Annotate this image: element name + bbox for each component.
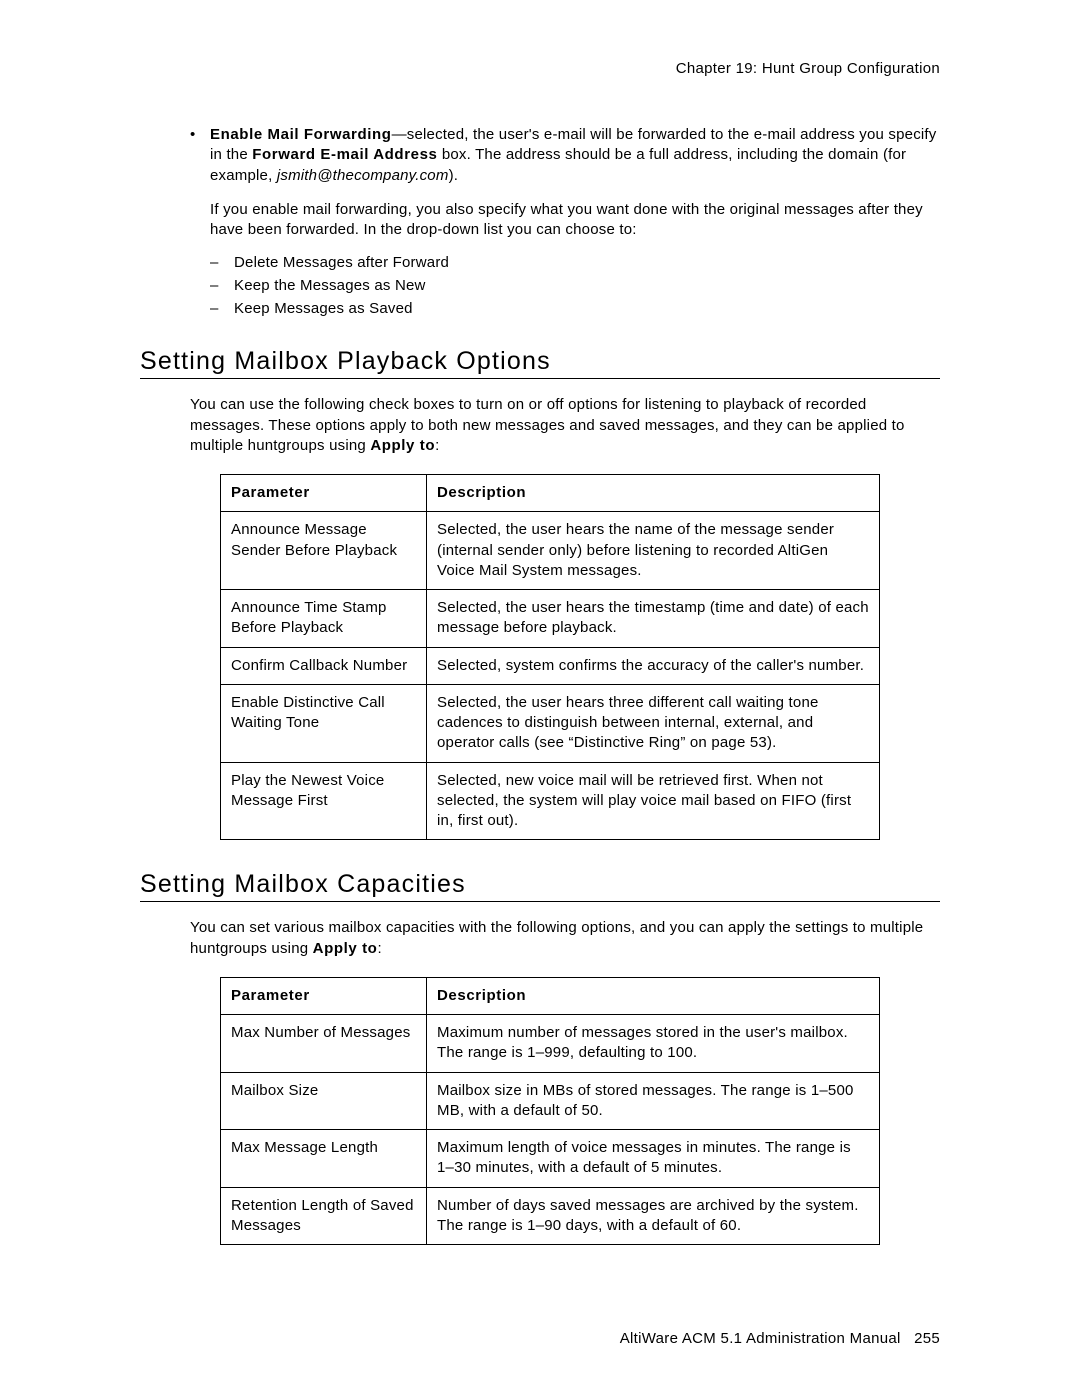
footer-manual-title: AltiWare ACM 5.1 Administration Manual xyxy=(620,1330,901,1347)
bullet-enable-mail-forwarding: • Enable Mail Forwarding—selected, the u… xyxy=(190,125,940,186)
dash-text: Keep the Messages as New xyxy=(234,277,426,294)
section-heading-capacities: Setting Mailbox Capacities xyxy=(140,870,940,899)
cell-parameter: Mailbox Size xyxy=(221,1072,427,1130)
para-text-b: : xyxy=(377,940,381,957)
page: Chapter 19: Hunt Group Configuration • E… xyxy=(0,0,1080,1397)
cell-parameter: Enable Distinctive Call Waiting Tone xyxy=(221,684,427,762)
dash-marker: – xyxy=(210,277,234,294)
section1-paragraph: You can use the following check boxes to… xyxy=(190,395,940,456)
cell-parameter: Announce Time Stamp Before Playback xyxy=(221,590,427,648)
table-row: Enable Distinctive Call Waiting Tone Sel… xyxy=(221,684,880,762)
cell-description: Selected, the user hears the name of the… xyxy=(427,512,880,590)
para-bold: Apply to xyxy=(370,437,435,454)
table-row: Announce Time Stamp Before Playback Sele… xyxy=(221,590,880,648)
table-row: Retention Length of Saved Messages Numbe… xyxy=(221,1187,880,1245)
cell-parameter: Retention Length of Saved Messages xyxy=(221,1187,427,1245)
bullet-label2: Forward E-mail Address xyxy=(252,146,437,163)
page-footer: AltiWare ACM 5.1 Administration Manual 2… xyxy=(620,1330,940,1347)
cell-description: Selected, new voice mail will be retriev… xyxy=(427,762,880,840)
para-text-b: : xyxy=(435,437,439,454)
cell-description: Selected, system confirms the accuracy o… xyxy=(427,647,880,684)
dash-marker: – xyxy=(210,300,234,317)
cell-parameter: Announce Message Sender Before Playback xyxy=(221,512,427,590)
dash-text: Keep Messages as Saved xyxy=(234,300,413,317)
bullet-marker: • xyxy=(190,125,210,186)
sub-paragraph: If you enable mail forwarding, you also … xyxy=(210,200,940,241)
cell-parameter: Max Message Length xyxy=(221,1130,427,1188)
table-row: Announce Message Sender Before Playback … xyxy=(221,512,880,590)
para-bold: Apply to xyxy=(313,940,378,957)
cell-description: Mailbox size in MBs of stored messages. … xyxy=(427,1072,880,1130)
capacities-table: Parameter Description Max Number of Mess… xyxy=(220,977,880,1245)
th-description: Description xyxy=(427,977,880,1014)
dash-marker: – xyxy=(210,254,234,271)
table-row: Mailbox Size Mailbox size in MBs of stor… xyxy=(221,1072,880,1130)
table-row: Max Number of Messages Maximum number of… xyxy=(221,1015,880,1073)
cell-description: Selected, the user hears three different… xyxy=(427,684,880,762)
para-text-a: You can use the following check boxes to… xyxy=(190,396,905,454)
table-header-row: Parameter Description xyxy=(221,977,880,1014)
th-parameter: Parameter xyxy=(221,475,427,512)
bullet-example: jsmith@thecompany.com xyxy=(277,167,449,184)
section-underline xyxy=(140,901,940,902)
section-underline xyxy=(140,378,940,379)
table-row: Confirm Callback Number Selected, system… xyxy=(221,647,880,684)
dash-list: – Delete Messages after Forward – Keep t… xyxy=(210,254,940,317)
cell-parameter: Max Number of Messages xyxy=(221,1015,427,1073)
cell-description: Maximum number of messages stored in the… xyxy=(427,1015,880,1073)
dash-item: – Delete Messages after Forward xyxy=(210,254,940,271)
table-header-row: Parameter Description xyxy=(221,475,880,512)
dash-item: – Keep Messages as Saved xyxy=(210,300,940,317)
footer-page-number: 255 xyxy=(914,1330,940,1347)
para-text-a: You can set various mailbox capacities w… xyxy=(190,919,923,956)
cell-description: Selected, the user hears the timestamp (… xyxy=(427,590,880,648)
bullet-part3: ). xyxy=(449,167,459,184)
dash-item: – Keep the Messages as New xyxy=(210,277,940,294)
bullet-label: Enable Mail Forwarding xyxy=(210,126,392,143)
table-row: Play the Newest Voice Message First Sele… xyxy=(221,762,880,840)
cell-parameter: Play the Newest Voice Message First xyxy=(221,762,427,840)
cell-parameter: Confirm Callback Number xyxy=(221,647,427,684)
th-description: Description xyxy=(427,475,880,512)
section-heading-playback: Setting Mailbox Playback Options xyxy=(140,347,940,376)
cell-description: Maximum length of voice messages in minu… xyxy=(427,1130,880,1188)
chapter-header: Chapter 19: Hunt Group Configuration xyxy=(140,60,940,77)
table-row: Max Message Length Maximum length of voi… xyxy=(221,1130,880,1188)
th-parameter: Parameter xyxy=(221,977,427,1014)
bullet-text: Enable Mail Forwarding—selected, the use… xyxy=(210,125,940,186)
cell-description: Number of days saved messages are archiv… xyxy=(427,1187,880,1245)
dash-text: Delete Messages after Forward xyxy=(234,254,449,271)
section2-paragraph: You can set various mailbox capacities w… xyxy=(190,918,940,959)
playback-options-table: Parameter Description Announce Message S… xyxy=(220,474,880,840)
